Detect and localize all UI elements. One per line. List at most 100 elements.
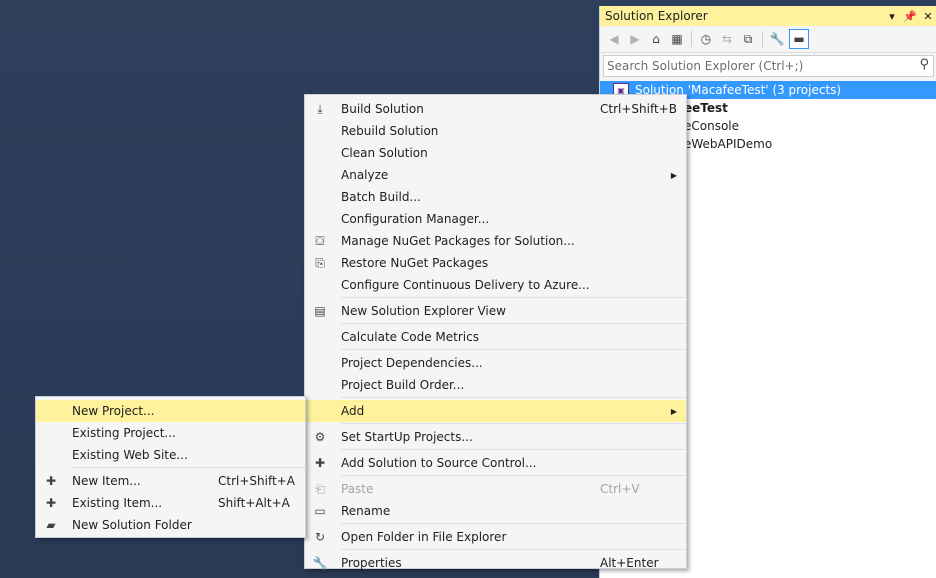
menu-item-shortcut: Ctrl+Shift+B (600, 102, 677, 116)
paste-icon: ⎗ (315, 481, 325, 496)
preview-icon[interactable]: ▬ (789, 29, 809, 49)
tree-row-label: eeTest (684, 101, 728, 115)
menu-item-label: New Solution Explorer View (341, 304, 506, 318)
menu-item-new-solution-explorer-view[interactable]: ▤ New Solution Explorer View (305, 300, 686, 322)
menu-item-label: Properties (341, 556, 402, 570)
menu-item-label: Batch Build... (341, 190, 421, 204)
menu-separator (341, 423, 686, 424)
menu-item-add[interactable]: Add ▶ (305, 400, 686, 422)
new-view-icon: ▤ (314, 304, 326, 318)
menu-item-label: Project Dependencies... (341, 356, 483, 370)
menu-item-restore-nuget-packages[interactable]: ⎘ Restore NuGet Packages (305, 252, 686, 274)
menu-item-label: Open Folder in File Explorer (341, 530, 507, 544)
toolbar-separator (762, 31, 763, 47)
menu-separator (341, 449, 686, 450)
menu-item-label: Existing Project... (72, 426, 176, 440)
menu-separator (341, 549, 686, 550)
tree-row-label: eConsole (684, 119, 740, 133)
menu-item-label: Set StartUp Projects... (341, 430, 473, 444)
forward-icon[interactable]: ▶ (626, 30, 644, 48)
menu-item-label: Project Build Order... (341, 378, 465, 392)
menu-item-new-solution-folder[interactable]: ▰ New Solution Folder (36, 514, 305, 536)
back-icon[interactable]: ◀ (605, 30, 623, 48)
gear-icon: ⚙ (314, 430, 326, 444)
menu-item-label: Configure Continuous Delivery to Azure..… (341, 278, 590, 292)
menu-item-label: Add Solution to Source Control... (341, 456, 537, 470)
menu-item-label: Build Solution (341, 102, 424, 116)
menu-separator (341, 397, 686, 398)
menu-item-properties[interactable]: 🔧 Properties Alt+Enter (305, 552, 686, 574)
menu-separator (341, 349, 686, 350)
solution-explorer-titlebar: Solution Explorer ▾ 📌 ✕ (600, 6, 936, 26)
menu-item-configuration-manager[interactable]: Configuration Manager... (305, 208, 686, 230)
menu-item-manage-nuget-packages-for-solution[interactable]: ⛋ Manage NuGet Packages for Solution... (305, 230, 686, 252)
sync-icon[interactable]: ⇆ (718, 30, 736, 48)
tree-row-label: eWebAPIDemo (684, 137, 773, 151)
build-icon: ⤓ (317, 101, 323, 116)
refresh-icon: ↻ (314, 530, 326, 544)
menu-item-existing-project[interactable]: Existing Project... (36, 422, 305, 444)
menu-item-existing-web-site[interactable]: Existing Web Site... (36, 444, 305, 466)
main-menu-items: ⤓ Build Solution Ctrl+Shift+B Rebuild Solut… (305, 95, 686, 574)
menu-item-label: Manage NuGet Packages for Solution... (341, 234, 575, 248)
solution-explorer-toolbar: ◀ ▶ ⌂ ▦ ◷ ⇆ ⧉ 🔧 ▬ (600, 26, 936, 53)
menu-item-label: Paste (341, 482, 374, 496)
menu-item-label: New Solution Folder (72, 518, 192, 532)
switch-views-icon[interactable]: ▦ (668, 30, 686, 48)
menu-item-build-solution[interactable]: ⤓ Build Solution Ctrl+Shift+B (305, 98, 686, 120)
menu-item-label: Existing Item... (72, 496, 163, 510)
menu-separator (341, 475, 686, 476)
menu-item-label: New Project... (72, 404, 155, 418)
add-submenu: New Project... Existing Project... Existin… (35, 396, 306, 538)
toolbar-separator (691, 31, 692, 47)
menu-item-label: Add (341, 404, 365, 418)
menu-separator (72, 467, 305, 468)
menu-item-set-startup-projects[interactable]: ⚙ Set StartUp Projects... (305, 426, 686, 448)
menu-item-new-item[interactable]: ✚ New Item... Ctrl+Shift+A (36, 470, 305, 492)
search-placeholder: Search Solution Explorer (Ctrl+;) (607, 59, 804, 73)
menu-item-paste: ⎗ Paste Ctrl+V (305, 478, 686, 500)
properties-wrench-icon[interactable]: 🔧 (768, 30, 786, 48)
menu-item-open-folder-in-file-explorer[interactable]: ↻ Open Folder in File Explorer (305, 526, 686, 548)
restore-icon: ⎘ (315, 255, 325, 270)
submenu-arrow-icon: ▶ (670, 406, 677, 416)
menu-item-add-solution-to-source-control[interactable]: ✚ Add Solution to Source Control... (305, 452, 686, 474)
menu-item-label: Analyze (341, 168, 389, 182)
menu-separator (341, 523, 686, 524)
menu-item-label: New Item... (72, 474, 141, 488)
menu-item-rename[interactable]: ▭ Rename (305, 500, 686, 522)
menu-item-shortcut: Alt+Enter (600, 556, 659, 570)
menu-item-rebuild-solution[interactable]: Rebuild Solution (305, 120, 686, 142)
existing-item-icon: ✚ (45, 496, 57, 510)
home-icon[interactable]: ⌂ (647, 30, 665, 48)
collapse-all-icon[interactable]: ⧉ (739, 30, 757, 48)
solution-explorer-title: Solution Explorer (605, 9, 708, 23)
menu-item-configure-continuous-delivery-to-azure[interactable]: Configure Continuous Delivery to Azure..… (305, 274, 686, 296)
folder-icon: ▰ (46, 518, 56, 532)
search-input[interactable]: Search Solution Explorer (Ctrl+;) ⚲ (603, 55, 934, 77)
menu-item-shortcut: Shift+Alt+A (218, 496, 290, 510)
menu-item-calculate-code-metrics[interactable]: Calculate Code Metrics (305, 326, 686, 348)
rename-icon: ▭ (314, 504, 326, 518)
menu-separator (341, 323, 686, 324)
menu-item-label: Rename (341, 504, 391, 518)
menu-item-label: Rebuild Solution (341, 124, 439, 138)
source-control-icon: ✚ (314, 456, 326, 470)
menu-item-analyze[interactable]: Analyze ▶ (305, 164, 686, 186)
nuget-icon: ⛋ (315, 233, 325, 248)
dropdown-arrow-icon[interactable]: ▾ (883, 10, 901, 23)
menu-item-batch-build[interactable]: Batch Build... (305, 186, 686, 208)
pin-icon[interactable]: 📌 (901, 10, 919, 23)
new-item-icon: ✚ (45, 474, 57, 488)
menu-item-label: Configuration Manager... (341, 212, 490, 226)
menu-item-existing-item[interactable]: ✚ Existing Item... Shift+Alt+A (36, 492, 305, 514)
menu-item-label: Restore NuGet Packages (341, 256, 489, 270)
menu-item-project-dependencies[interactable]: Project Dependencies... (305, 352, 686, 374)
menu-item-clean-solution[interactable]: Clean Solution (305, 142, 686, 164)
menu-item-new-project[interactable]: New Project... (36, 400, 305, 422)
search-icon[interactable]: ⚲ (919, 57, 929, 72)
close-icon[interactable]: ✕ (919, 10, 936, 23)
history-icon[interactable]: ◷ (697, 30, 715, 48)
submenu-arrow-icon: ▶ (670, 170, 677, 180)
menu-item-project-build-order[interactable]: Project Build Order... (305, 374, 686, 396)
